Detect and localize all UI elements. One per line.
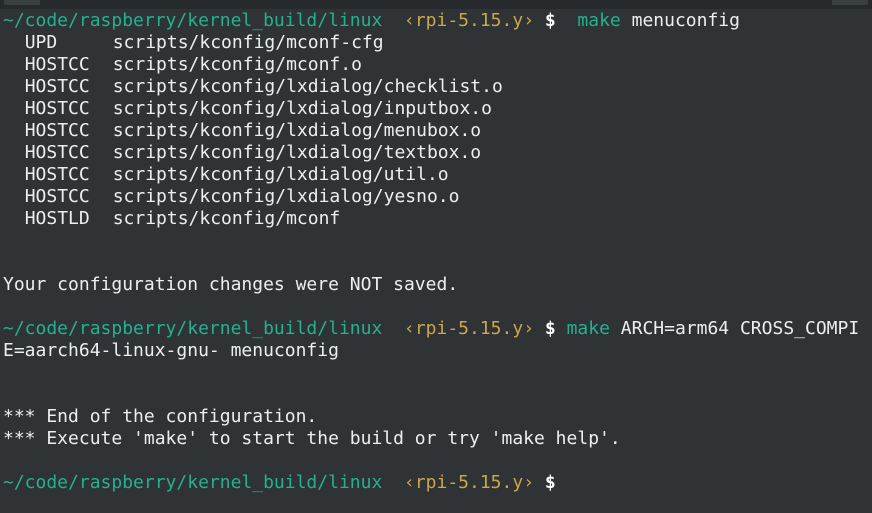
prompt-branch: ‹rpi-5.15.y› xyxy=(403,472,535,493)
build-output-line: UPD scripts/kconfig/mconf-cfg xyxy=(3,32,384,54)
build-step-file: scripts/kconfig/lxdialog/menubox.o xyxy=(112,120,482,141)
prompt-branch: ‹rpi-5.15.y› xyxy=(403,10,535,31)
build-step-file: scripts/kconfig/mconf-cfg xyxy=(112,32,384,53)
build-output-line: HOSTCC scripts/kconfig/mconf.o xyxy=(3,54,362,76)
end-message-1: *** End of the configuration. xyxy=(3,406,318,427)
prompt-path: ~/code/raspberry/kernel_build/linux xyxy=(3,472,383,493)
prompt-symbol: $ xyxy=(544,318,556,339)
prompt-line-2: ~/code/raspberry/kernel_build/linux ‹rpi… xyxy=(3,318,859,340)
command-program: make xyxy=(566,318,610,339)
end-message-2: *** Execute 'make' to start the build or… xyxy=(3,428,621,449)
build-output-line: HOSTCC scripts/kconfig/lxdialog/menubox.o xyxy=(3,120,481,142)
build-step-tag: UPD xyxy=(24,32,58,53)
build-step-file: scripts/kconfig/lxdialog/util.o xyxy=(112,164,449,185)
build-step-file: scripts/kconfig/mconf.o xyxy=(112,54,362,75)
build-step-tag: HOSTLD xyxy=(24,208,90,229)
tab-edge-left xyxy=(4,0,40,5)
command-args: menuconfig xyxy=(631,10,740,31)
build-step-file: scripts/kconfig/lxdialog/yesno.o xyxy=(112,186,460,207)
command-program: make xyxy=(577,10,621,31)
build-step-tag: HOSTCC xyxy=(24,98,90,119)
build-step-file: scripts/kconfig/mconf xyxy=(112,208,341,229)
tab-edge-right xyxy=(832,0,868,5)
build-output-line: HOSTCC scripts/kconfig/lxdialog/textbox.o xyxy=(3,142,481,164)
build-step-tag: HOSTCC xyxy=(24,142,90,163)
build-step-file: scripts/kconfig/lxdialog/inputbox.o xyxy=(112,98,492,119)
terminal-window[interactable]: ~/code/raspberry/kernel_build/linux ‹rpi… xyxy=(0,0,872,513)
prompt-path: ~/code/raspberry/kernel_build/linux xyxy=(3,10,383,31)
prompt-path: ~/code/raspberry/kernel_build/linux xyxy=(3,318,383,339)
build-step-file: scripts/kconfig/lxdialog/checklist.o xyxy=(112,76,503,97)
build-step-tag: HOSTCC xyxy=(24,164,90,185)
prompt-symbol: $ xyxy=(544,10,556,31)
build-step-tag: HOSTCC xyxy=(24,186,90,207)
build-step-tag: HOSTCC xyxy=(24,76,90,97)
build-output-line: HOSTCC scripts/kconfig/lxdialog/yesno.o xyxy=(3,186,460,208)
command-args-line1: ARCH=arm64 CROSS_COMPI xyxy=(620,318,860,339)
build-step-tag: HOSTCC xyxy=(24,54,90,75)
not-saved-message: Your configuration changes were NOT save… xyxy=(3,274,459,295)
build-output-line: HOSTCC scripts/kconfig/lxdialog/inputbox.… xyxy=(3,98,492,120)
prompt-line-1: ~/code/raspberry/kernel_build/linux ‹rpi… xyxy=(3,10,740,32)
command-args-line2: E=aarch64-linux-gnu- menuconfig xyxy=(3,340,339,361)
build-step-file: scripts/kconfig/lxdialog/textbox.o xyxy=(112,142,482,163)
build-output-line: HOSTCC scripts/kconfig/lxdialog/util.o xyxy=(3,164,449,186)
tab-bar-edge xyxy=(0,0,872,9)
build-output-line: HOSTCC scripts/kconfig/lxdialog/checklist… xyxy=(3,76,503,98)
build-step-tag: HOSTCC xyxy=(24,120,90,141)
prompt-line-3[interactable]: ~/code/raspberry/kernel_build/linux ‹rpi… xyxy=(3,472,556,494)
prompt-symbol: $ xyxy=(544,472,556,493)
build-output-line: HOSTLD scripts/kconfig/mconf xyxy=(3,208,341,230)
prompt-branch: ‹rpi-5.15.y› xyxy=(403,318,535,339)
